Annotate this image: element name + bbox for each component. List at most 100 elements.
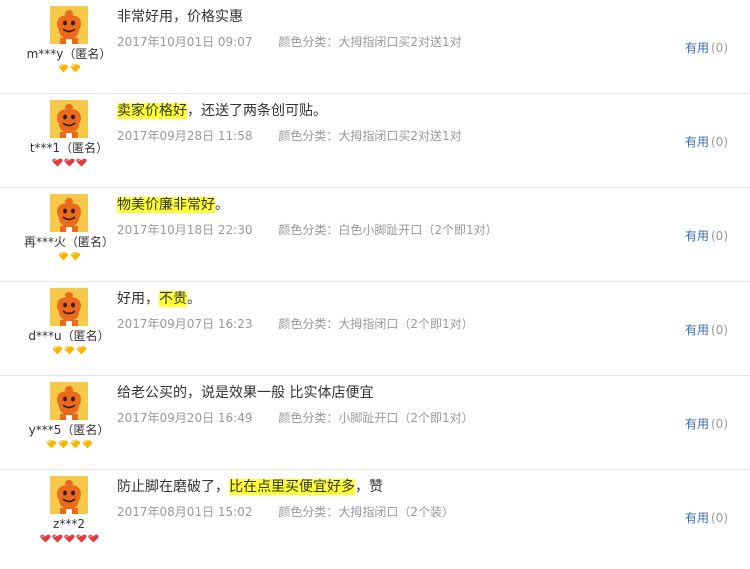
sku-category: 颜色分类：小脚趾开口（2个即1对） — [278, 411, 474, 425]
mascot-icon — [50, 194, 88, 232]
review-meta: 2017年09月07日 16:23 颜色分类：大拇指闭口（2个即1对） — [117, 316, 730, 332]
diamond-icon — [70, 64, 80, 73]
review-item: m***y（匿名） 非常好用，价格实惠 2017年10月01日 09:07 颜色… — [0, 0, 750, 94]
useful-count: (0) — [711, 135, 728, 149]
review-text-segment: ，还送了两条创可贴。 — [187, 103, 327, 119]
review-item: 再***火（匿名） 物美价廉非常好。 2017年10月18日 22:30 颜色分… — [0, 188, 750, 282]
review-date: 2017年09月07日 16:23 — [117, 317, 253, 331]
reviewer-name[interactable]: 再***火（匿名） — [14, 234, 124, 250]
mascot-icon — [50, 476, 88, 514]
useful-label[interactable]: 有用 — [685, 41, 709, 55]
heart-icon — [75, 158, 87, 167]
mascot-icon — [50, 6, 88, 44]
avatar[interactable] — [50, 6, 88, 44]
diamond-icon — [58, 252, 68, 261]
review-text: 好用，不贵。 — [117, 288, 730, 310]
avatar[interactable] — [50, 100, 88, 138]
review-text-segment: ，赞 — [355, 479, 383, 495]
diamond-icon — [82, 440, 92, 449]
diamond-icon — [76, 346, 86, 355]
highlighted-keyword: 不贵 — [159, 291, 187, 307]
useful-label[interactable]: 有用 — [685, 135, 709, 149]
review-date: 2017年10月01日 09:07 — [117, 35, 253, 49]
reviewer-rank — [14, 440, 124, 450]
avatar[interactable] — [50, 382, 88, 420]
reviewer-rank — [14, 158, 124, 168]
useful-label[interactable]: 有用 — [685, 417, 709, 431]
heart-icon — [51, 534, 63, 543]
review-text: 物美价廉非常好。 — [117, 194, 730, 216]
useful-count: (0) — [711, 511, 728, 525]
heart-icon — [39, 534, 51, 543]
avatar[interactable] — [50, 288, 88, 326]
useful-button[interactable]: 有用 (0) — [685, 134, 728, 150]
avatar[interactable] — [50, 194, 88, 232]
review-content: 好用，不贵。 2017年09月07日 16:23 颜色分类：大拇指闭口（2个即1… — [117, 288, 730, 332]
diamond-icon — [58, 440, 68, 449]
avatar[interactable] — [50, 476, 88, 514]
review-text: 卖家价格好，还送了两条创可贴。 — [117, 100, 730, 122]
useful-label[interactable]: 有用 — [685, 323, 709, 337]
useful-count: (0) — [711, 229, 728, 243]
reviewer-info: y***5（匿名） — [14, 382, 124, 450]
reviewer-name[interactable]: t***1（匿名） — [14, 140, 124, 156]
review-meta: 2017年10月18日 22:30 颜色分类：白色小脚趾开口（2个即1对） — [117, 222, 730, 238]
sku-category: 颜色分类：白色小脚趾开口（2个即1对） — [278, 223, 498, 237]
diamond-icon — [46, 440, 56, 449]
reviewer-info: t***1（匿名） — [14, 100, 124, 168]
heart-icon — [87, 534, 99, 543]
review-text-segment: 给老公买的，说是效果一般 比实体店便宜 — [117, 385, 374, 401]
review-text-segment: 好用， — [117, 291, 159, 307]
review-text: 非常好用，价格实惠 — [117, 6, 730, 28]
review-item: z***2 防止脚在磨破了，比在点里买便宜好多，赞 2017年08月01日 15… — [0, 470, 750, 564]
useful-label[interactable]: 有用 — [685, 229, 709, 243]
review-text-segment: 非常好用，价格实惠 — [117, 9, 243, 25]
reviewer-rank — [14, 252, 124, 262]
reviewer-name[interactable]: y***5（匿名） — [14, 422, 124, 438]
review-content: 给老公买的，说是效果一般 比实体店便宜 2017年09月20日 16:49 颜色… — [117, 382, 730, 426]
heart-icon — [75, 534, 87, 543]
review-meta: 2017年10月01日 09:07 颜色分类：大拇指闭口买2对送1对 — [117, 34, 730, 50]
useful-button[interactable]: 有用 (0) — [685, 322, 728, 338]
useful-count: (0) — [711, 323, 728, 337]
diamond-icon — [52, 346, 62, 355]
review-item: t***1（匿名） 卖家价格好，还送了两条创可贴。 2017年09月28日 11… — [0, 94, 750, 188]
useful-count: (0) — [711, 41, 728, 55]
review-date: 2017年08月01日 15:02 — [117, 505, 253, 519]
review-content: 物美价廉非常好。 2017年10月18日 22:30 颜色分类：白色小脚趾开口（… — [117, 194, 730, 238]
sku-category: 颜色分类：大拇指闭口（2个装） — [278, 505, 454, 519]
review-date: 2017年10月18日 22:30 — [117, 223, 253, 237]
useful-button[interactable]: 有用 (0) — [685, 416, 728, 432]
reviewer-name[interactable]: z***2 — [14, 516, 124, 532]
review-text-segment: 防止脚在磨破了， — [117, 479, 229, 495]
useful-button[interactable]: 有用 (0) — [685, 510, 728, 526]
diamond-icon — [64, 346, 74, 355]
mascot-icon — [50, 382, 88, 420]
reviewer-name[interactable]: d***u（匿名） — [14, 328, 124, 344]
review-meta: 2017年08月01日 15:02 颜色分类：大拇指闭口（2个装） — [117, 504, 730, 520]
review-content: 非常好用，价格实惠 2017年10月01日 09:07 颜色分类：大拇指闭口买2… — [117, 6, 730, 50]
review-date: 2017年09月20日 16:49 — [117, 411, 253, 425]
review-text: 防止脚在磨破了，比在点里买便宜好多，赞 — [117, 476, 730, 498]
review-content: 卖家价格好，还送了两条创可贴。 2017年09月28日 11:58 颜色分类：大… — [117, 100, 730, 144]
reviewer-rank — [14, 534, 124, 544]
review-item: d***u（匿名） 好用，不贵。 2017年09月07日 16:23 颜色分类：… — [0, 282, 750, 376]
review-list: m***y（匿名） 非常好用，价格实惠 2017年10月01日 09:07 颜色… — [0, 0, 750, 569]
useful-label[interactable]: 有用 — [685, 511, 709, 525]
review-text-segment: 。 — [215, 197, 229, 213]
highlighted-keyword: 比在点里买便宜好多 — [229, 479, 355, 495]
reviewer-info: z***2 — [14, 476, 124, 544]
heart-icon — [51, 158, 63, 167]
highlighted-keyword: 卖家价格好 — [117, 103, 187, 119]
sku-category: 颜色分类：大拇指闭口（2个即1对） — [278, 317, 474, 331]
review-text-segment: 。 — [187, 291, 201, 307]
heart-icon — [63, 158, 75, 167]
review-content: 防止脚在磨破了，比在点里买便宜好多，赞 2017年08月01日 15:02 颜色… — [117, 476, 730, 520]
reviewer-name[interactable]: m***y（匿名） — [14, 46, 124, 62]
review-meta: 2017年09月28日 11:58 颜色分类：大拇指闭口买2对送1对 — [117, 128, 730, 144]
useful-button[interactable]: 有用 (0) — [685, 228, 728, 244]
diamond-icon — [70, 440, 80, 449]
review-meta: 2017年09月20日 16:49 颜色分类：小脚趾开口（2个即1对） — [117, 410, 730, 426]
useful-button[interactable]: 有用 (0) — [685, 40, 728, 56]
diamond-icon — [70, 252, 80, 261]
